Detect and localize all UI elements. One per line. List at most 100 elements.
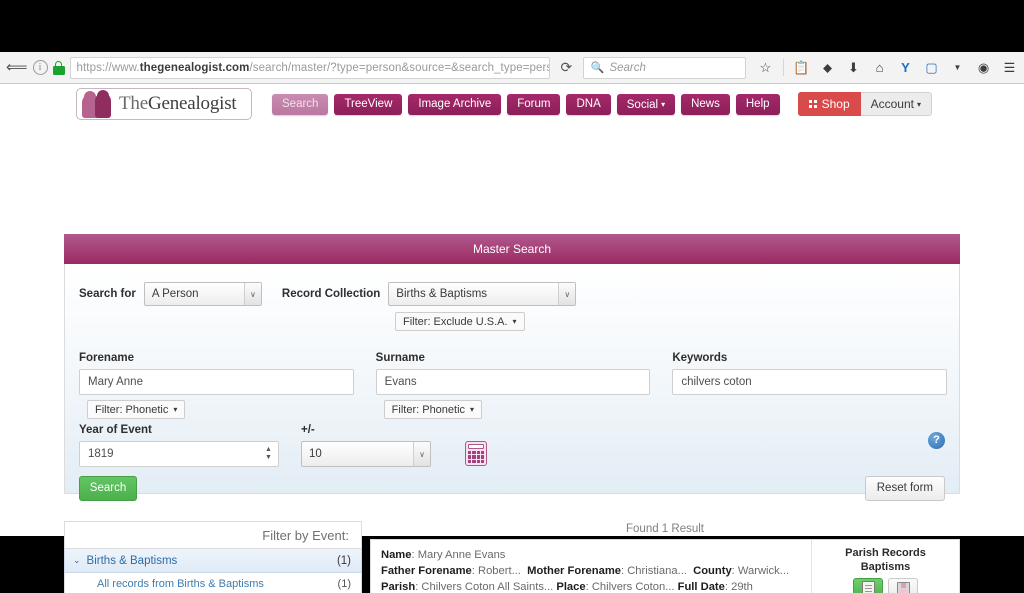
clipboard-icon[interactable]: 📋 — [793, 59, 810, 76]
name-fields-row: Forename Mary Anne Filter: Phonetic ▾ Sur… — [79, 352, 948, 419]
reload-icon[interactable]: ⟳ — [555, 59, 578, 76]
grid-icon — [809, 100, 817, 108]
result-father-value: Robert... — [478, 565, 521, 577]
year-stepper[interactable]: ▲ ▼ — [263, 446, 274, 461]
page-info-icon[interactable]: i — [32, 60, 48, 75]
forename-filter-label: Filter: Phonetic — [95, 403, 169, 416]
reset-form-button[interactable]: Reset form — [864, 476, 945, 501]
result-card[interactable]: Name: Mary Anne Evans Father Forename: R… — [370, 539, 960, 593]
form-buttons-row: Search Reset form — [79, 476, 945, 501]
nav-item-help[interactable]: Help — [735, 94, 780, 115]
forename-value: Mary Anne — [88, 376, 143, 388]
back-arrow-icon[interactable]: ⟸ — [6, 57, 28, 79]
nav-item-news[interactable]: News — [681, 94, 730, 115]
master-search-form: Search for A Person ∨ Record Collection … — [64, 264, 960, 501]
surname-value: Evans — [384, 376, 417, 388]
nav-item-social[interactable]: Social ▾ — [616, 94, 676, 115]
nav-item-treeview[interactable]: TreeView — [334, 94, 403, 115]
forename-filter-button[interactable]: Filter: Phonetic ▾ — [87, 400, 186, 419]
chevron-down-icon: ▾ — [512, 317, 517, 326]
result-name-line: Name: Mary Anne Evans — [381, 549, 506, 561]
floppy-save-icon[interactable] — [888, 578, 918, 593]
help-icon[interactable]: ? — [928, 432, 945, 449]
document-view-icon[interactable] — [853, 578, 883, 593]
search-submit-button[interactable]: Search — [79, 476, 137, 501]
logo-text: TheGenealogist — [119, 93, 237, 115]
header-account-area: Shop Account ▾ — [798, 92, 932, 116]
collection-filter-button[interactable]: Filter: Exclude U.S.A. ▾ — [395, 312, 525, 331]
browser-toolbar-icons: ☆ 📋 ⬥ ⬇ ⌂ Y ▢ ▼ ◉ ☰ — [751, 59, 1018, 76]
main-navigation: Search TreeView Image Archive Forum DNA … — [272, 94, 780, 115]
record-type-line1: Parish Records — [845, 547, 926, 559]
result-county-label: County — [693, 565, 732, 577]
plusminus-field-group: +/- 10 ∨ — [301, 424, 431, 467]
screen-root: ⟸ i https://www. thegenealogist.com/searc… — [0, 0, 1024, 593]
result-card-details: Name: Mary Anne Evans Father Forename: R… — [371, 540, 811, 593]
sync-icon[interactable]: ◉ — [975, 59, 992, 76]
filter-sub-list: All records from Births & Baptisms (1) B… — [64, 573, 362, 593]
keywords-input[interactable]: chilvers coton — [672, 369, 948, 395]
filter-sub-item-all-records[interactable]: All records from Births & Baptisms (1) — [97, 578, 351, 590]
filter-sub-label: All records from Births & Baptisms — [97, 578, 264, 590]
search-for-select[interactable]: A Person ∨ — [143, 282, 262, 306]
nav-item-image-archive[interactable]: Image Archive — [408, 94, 502, 115]
result-card-actions: Parish Records Baptisms — [811, 540, 959, 593]
logo-figures-icon — [77, 89, 119, 119]
year-row: Year of Event 1819 ▲ ▼ +/- 10 ∨ — [79, 424, 487, 467]
forename-label: Forename — [79, 352, 134, 364]
chevron-down-icon: ▾ — [173, 405, 178, 414]
keywords-label: Keywords — [672, 352, 728, 364]
surname-input[interactable]: Evans — [375, 369, 651, 395]
result-parents-line: Father Forename: Robert... Mother Forena… — [381, 565, 790, 577]
plusminus-select[interactable]: 10 ∨ — [301, 441, 431, 467]
shop-button[interactable]: Shop — [798, 92, 861, 116]
year-input[interactable]: 1819 — [79, 441, 279, 467]
filter-by-event-title: Filter by Event: — [64, 521, 362, 549]
results-area: Filter by Event: ⌄ Births & Baptisms (1)… — [64, 521, 960, 593]
forename-field-group: Forename Mary Anne Filter: Phonetic ▾ — [79, 352, 354, 419]
result-parish-label: Parish — [381, 581, 416, 593]
result-place-value: Chilvers Coton... — [591, 581, 675, 593]
record-collection-select[interactable]: Births & Baptisms ∨ — [388, 282, 577, 306]
nav-item-search[interactable]: Search — [272, 94, 329, 115]
nav-label: Help — [745, 98, 770, 110]
url-input[interactable]: https://www. thegenealogist.com/search/ma… — [69, 56, 550, 79]
account-button[interactable]: Account ▾ — [860, 92, 932, 116]
nav-label: Search — [282, 98, 319, 110]
site-header: TheGenealogist Search TreeView Image Arc… — [0, 84, 1024, 128]
search-for-row: Search for A Person ∨ Record Collection … — [79, 282, 577, 306]
found-results-label: Found 1 Result — [626, 523, 704, 535]
nav-item-dna[interactable]: DNA — [566, 94, 611, 115]
year-field-group: Year of Event 1819 ▲ ▼ — [79, 424, 279, 467]
star-icon[interactable]: ☆ — [757, 59, 774, 76]
chevron-down-icon[interactable]: ▼ — [949, 59, 966, 76]
plusminus-value: 10 — [309, 448, 322, 460]
account-label: Account — [870, 97, 914, 111]
nav-item-forum[interactable]: Forum — [507, 94, 561, 115]
screenshot-icon[interactable]: ▢ — [923, 59, 940, 76]
record-collection-value: Births & Baptisms — [396, 288, 488, 300]
url-prefix: https://www. — [76, 61, 140, 74]
filter-group-label: Births & Baptisms — [86, 554, 178, 567]
pocket-icon[interactable]: ⬥ — [819, 59, 836, 76]
record-collection-label: Record Collection — [281, 288, 381, 300]
chevron-down-icon: ∨ — [413, 442, 430, 466]
calculator-icon[interactable] — [465, 441, 487, 466]
chevron-down-icon: ▾ — [916, 100, 921, 109]
surname-filter-button[interactable]: Filter: Phonetic ▾ — [383, 400, 483, 419]
page-content: TheGenealogist Search TreeView Image Arc… — [0, 84, 1024, 593]
surname-label: Surname — [375, 352, 425, 364]
lock-icon[interactable] — [52, 60, 65, 75]
filter-group-births-baptisms[interactable]: ⌄ Births & Baptisms (1) — [64, 549, 362, 573]
menu-icon[interactable]: ☰ — [1001, 59, 1018, 76]
browser-search-input[interactable]: 🔍 Search — [582, 56, 746, 79]
yandex-icon[interactable]: Y — [897, 59, 914, 76]
home-icon[interactable]: ⌂ — [871, 59, 888, 76]
site-logo[interactable]: TheGenealogist — [76, 88, 252, 120]
chevron-down-icon: ▾ — [661, 100, 666, 109]
collection-filter-label: Filter: Exclude U.S.A. — [403, 315, 508, 328]
forename-input[interactable]: Mary Anne — [79, 369, 354, 395]
search-for-value: A Person — [151, 288, 199, 300]
chevron-down-icon: ∨ — [558, 283, 576, 305]
download-icon[interactable]: ⬇ — [845, 59, 862, 76]
